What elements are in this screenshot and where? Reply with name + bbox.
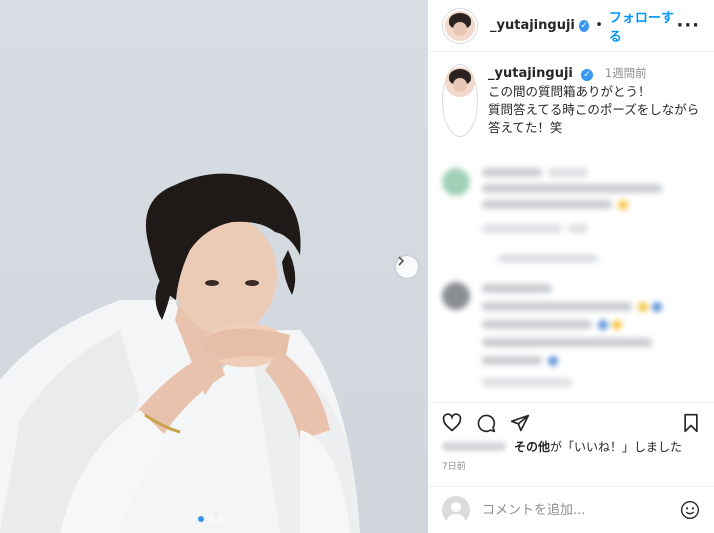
portrait-image (0, 173, 360, 533)
post-side-panel: _yutajinguji ✓ • フォローする ··· _yutajinguji… (428, 0, 714, 533)
emoji-button[interactable] (680, 500, 700, 520)
caption-line: 答えてた！笑 (488, 120, 563, 135)
likes-suffix: が「いいね！」しました (550, 440, 683, 454)
caption-avatar[interactable] (442, 64, 478, 137)
more-horizontal-icon[interactable]: ··· (676, 15, 700, 36)
comment-composer (428, 486, 714, 533)
caption-line: 質問答えてる時このポーズをしながら (488, 102, 700, 117)
post-actions (428, 402, 714, 442)
like-button[interactable] (442, 412, 462, 433)
liker-names-blurred[interactable] (442, 442, 506, 451)
carousel-dot (208, 516, 214, 522)
carousel-dot (198, 516, 204, 522)
header-username[interactable]: _yutajinguji (490, 18, 575, 33)
caption-username[interactable]: _yutajinguji (488, 66, 573, 81)
likes-summary: その他 が「いいね！」しました (442, 438, 682, 455)
verified-badge-icon: ✓ (580, 69, 593, 81)
likes-others-link[interactable]: その他 (514, 438, 550, 455)
comment-button[interactable] (476, 413, 496, 433)
comment-icon (477, 414, 496, 432)
viewer-avatar (442, 496, 470, 524)
send-icon (510, 414, 530, 431)
follow-button[interactable]: フォローする (609, 7, 677, 45)
header-separator: • (595, 18, 603, 33)
smiley-icon (681, 501, 699, 519)
caption-line: この間の質問箱ありがとう！ (488, 84, 651, 99)
comments-list (428, 150, 714, 390)
share-button[interactable] (510, 413, 530, 433)
carousel-indicator (198, 516, 224, 522)
heart-icon (442, 412, 462, 432)
comment-input[interactable] (482, 502, 674, 518)
post-photo[interactable] (0, 0, 428, 533)
save-button[interactable] (682, 413, 700, 433)
chevron-right-icon (398, 256, 405, 266)
post-date: 7日前 (442, 462, 466, 472)
next-image-button[interactable] (396, 256, 418, 278)
verified-badge-icon: ✓ (578, 19, 590, 32)
caption-time: 1週間前 (604, 66, 647, 80)
bookmark-icon (684, 413, 698, 432)
profile-avatar[interactable] (442, 7, 478, 44)
post-header: _yutajinguji ✓ • フォローする ··· (428, 0, 714, 52)
carousel-dot (218, 516, 224, 522)
post-caption: _yutajinguji ✓ 1週間前 この間の質問箱ありがとう！ 質問答えてる… (428, 52, 714, 137)
